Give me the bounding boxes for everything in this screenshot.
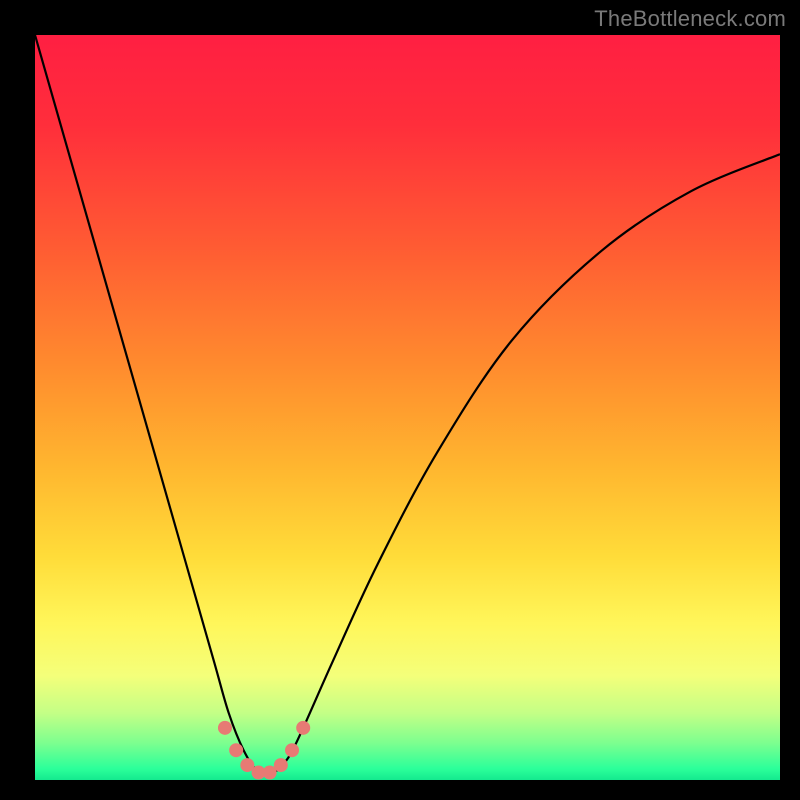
optimal-dot (229, 743, 243, 757)
optimal-dot (274, 758, 288, 772)
watermark-text: TheBottleneck.com (594, 6, 786, 32)
optimal-region-dots (218, 721, 310, 780)
optimal-dot (285, 743, 299, 757)
plot-area (35, 35, 780, 780)
optimal-dot (218, 721, 232, 735)
chart-svg (35, 35, 780, 780)
optimal-dot (296, 721, 310, 735)
bottleneck-curve (35, 35, 780, 775)
chart-frame: TheBottleneck.com (0, 0, 800, 800)
